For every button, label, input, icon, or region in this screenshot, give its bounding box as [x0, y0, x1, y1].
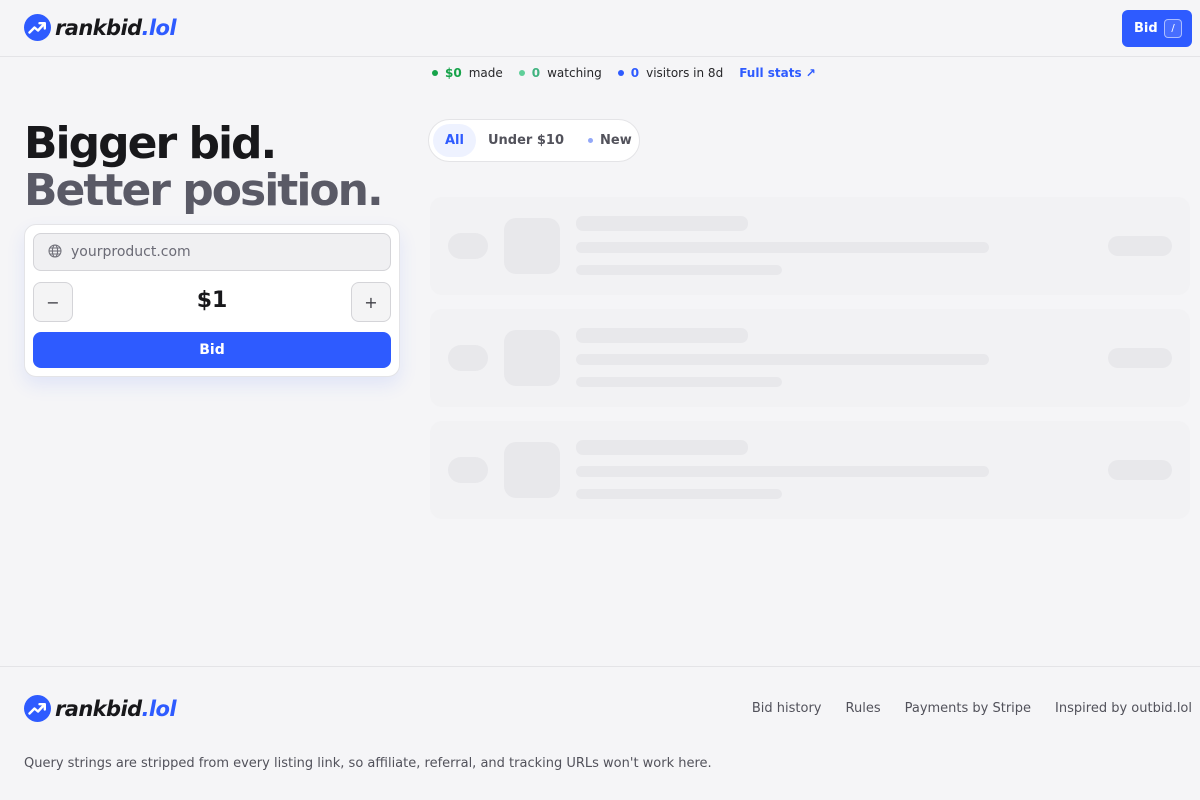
- listing-skeleton: [430, 421, 1190, 519]
- skeleton-description: [576, 354, 989, 365]
- trend-up-icon: [24, 14, 51, 41]
- submit-bid-button[interactable]: Bid: [33, 332, 391, 368]
- decrease-bid-button[interactable]: −: [33, 282, 73, 322]
- skeleton-title: [576, 440, 748, 455]
- bid-amount: $1: [196, 288, 228, 313]
- skeleton-meta: [576, 489, 782, 499]
- header-bid-label: Bid: [1134, 21, 1158, 36]
- skeleton-meta: [576, 265, 782, 275]
- visitors-value: 0: [630, 66, 640, 80]
- url-field: [33, 233, 391, 271]
- footer-links: Bid history Rules Payments by Stripe Ins…: [728, 701, 1192, 716]
- keyboard-shortcut-hint: /: [1164, 19, 1182, 38]
- stat-visitors: 0 visitors in 8d: [617, 66, 724, 80]
- stat-made: $0 made: [432, 66, 503, 80]
- rules-link[interactable]: Rules: [846, 701, 881, 716]
- made-label: made: [468, 66, 503, 80]
- skeleton-title: [576, 216, 748, 231]
- footer-brand-name: rankbid: [55, 696, 142, 721]
- hero-subtitle: Better position.: [24, 165, 384, 216]
- inspired-by-link[interactable]: Inspired by outbid.lol: [1055, 701, 1192, 716]
- skeleton-thumbnail: [504, 442, 560, 498]
- footer-brand-tld: .lol: [141, 696, 177, 721]
- trend-up-icon: [24, 695, 51, 722]
- bid-history-link[interactable]: Bid history: [752, 701, 822, 716]
- filter-all[interactable]: All: [433, 124, 476, 157]
- new-dot-icon: [588, 138, 593, 143]
- url-input[interactable]: [71, 244, 371, 260]
- stat-watching: 0 watching: [518, 66, 602, 80]
- watching-dot-icon: [518, 70, 525, 76]
- skeleton-description: [576, 466, 989, 477]
- brand-name: rankbid: [55, 15, 142, 40]
- skeleton-bid: [1108, 236, 1172, 256]
- increase-bid-button[interactable]: +: [351, 282, 391, 322]
- payments-by-stripe-link[interactable]: Payments by Stripe: [905, 701, 1031, 716]
- visitors-label: visitors in 8d: [646, 66, 724, 80]
- skeleton-bid: [1108, 348, 1172, 368]
- footer-disclaimer: Query strings are stripped from every li…: [24, 756, 712, 771]
- skeleton-thumbnail: [504, 218, 560, 274]
- skeleton-meta: [576, 377, 782, 387]
- made-dot-icon: [432, 70, 438, 76]
- brand-wordmark: rankbid.lol: [55, 15, 177, 40]
- filter-new-label: New: [600, 133, 632, 148]
- made-value: $0: [445, 66, 462, 80]
- skeleton-rank: [448, 233, 488, 259]
- skeleton-thumbnail: [504, 330, 560, 386]
- listing-skeleton: [430, 197, 1190, 295]
- filter-under-10[interactable]: Under $10: [476, 124, 576, 157]
- skeleton-title: [576, 328, 748, 343]
- header-bid-button[interactable]: Bid /: [1122, 10, 1192, 47]
- site-footer: rankbid.lol Bid history Rules Payments b…: [0, 666, 1200, 800]
- hero-title: Bigger bid.: [24, 118, 277, 169]
- skeleton-rank: [448, 345, 488, 371]
- site-header: rankbid.lol Bid /: [0, 0, 1200, 57]
- listing-skeleton: [430, 309, 1190, 407]
- full-stats-link[interactable]: Full stats ↗: [739, 66, 816, 80]
- brand-tld: .lol: [141, 15, 177, 40]
- filter-new[interactable]: New: [576, 124, 644, 157]
- skeleton-description: [576, 242, 989, 253]
- visitors-dot-icon: [617, 70, 624, 76]
- watching-value: 0: [531, 66, 541, 80]
- skeleton-rank: [448, 457, 488, 483]
- footer-brand-wordmark: rankbid.lol: [55, 696, 177, 721]
- hero: Bigger bid. Better position.: [24, 118, 384, 216]
- watching-label: watching: [547, 66, 602, 80]
- globe-icon: [48, 243, 62, 262]
- skeleton-bid: [1108, 460, 1172, 480]
- filter-tabs: All Under $10 New: [428, 119, 640, 162]
- footer-brand-logo[interactable]: rankbid.lol: [24, 695, 177, 722]
- brand-logo[interactable]: rankbid.lol: [24, 14, 177, 41]
- stats-bar: $0 made 0 watching 0 visitors in 8d Full…: [432, 66, 816, 80]
- bid-card: − $1 + Bid: [24, 224, 400, 377]
